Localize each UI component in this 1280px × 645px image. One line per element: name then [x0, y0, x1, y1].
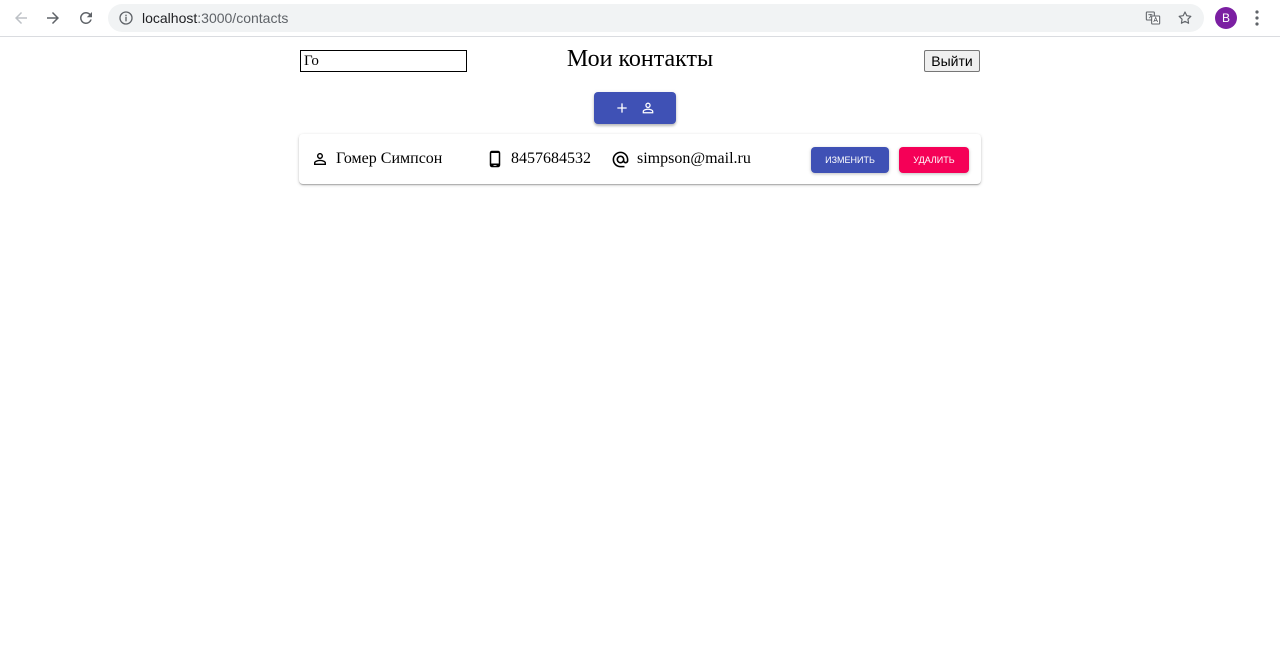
browser-toolbar: localhost:3000/contacts B	[0, 0, 1280, 37]
url-text: localhost:3000/contacts	[142, 10, 289, 26]
logout-button[interactable]: Выйти	[924, 50, 980, 72]
contact-card: Гомер Симпсон 8457684532 simpson@mail.ru…	[299, 134, 981, 184]
add-contact-button[interactable]	[594, 92, 676, 124]
smartphone-icon	[489, 150, 501, 168]
search-input[interactable]	[300, 50, 467, 72]
contact-email: simpson@mail.ru	[637, 150, 751, 167]
star-icon[interactable]	[1177, 10, 1193, 26]
at-sign-icon	[612, 151, 629, 167]
reload-button[interactable]	[73, 5, 99, 31]
contact-name: Гомер Симпсон	[336, 150, 443, 167]
back-button[interactable]	[8, 5, 34, 31]
info-icon	[119, 11, 133, 25]
contact-email-field: simpson@mail.ru	[611, 148, 751, 170]
contact-name-field: Гомер Симпсон	[311, 148, 442, 170]
address-bar[interactable]: localhost:3000/contacts	[108, 4, 1204, 32]
reload-icon	[79, 11, 92, 24]
more-vert-icon[interactable]	[1250, 9, 1264, 27]
plus-icon	[617, 103, 627, 113]
contact-phone: 8457684532	[511, 150, 591, 167]
page-title: Мои контакты	[566, 46, 714, 72]
person-icon	[314, 153, 326, 165]
delete-contact-button[interactable]: УДАЛИТЬ	[899, 147, 969, 173]
edit-contact-button[interactable]: ИЗМЕНИТЬ	[811, 147, 889, 173]
contact-phone-field: 8457684532	[486, 148, 591, 170]
forward-button[interactable]	[40, 5, 66, 31]
profile-avatar[interactable]: B	[1215, 7, 1237, 29]
translate-icon[interactable]	[1145, 10, 1161, 26]
arrow-right-icon	[47, 12, 59, 24]
person-icon	[642, 102, 654, 114]
arrow-left-icon	[15, 12, 27, 24]
